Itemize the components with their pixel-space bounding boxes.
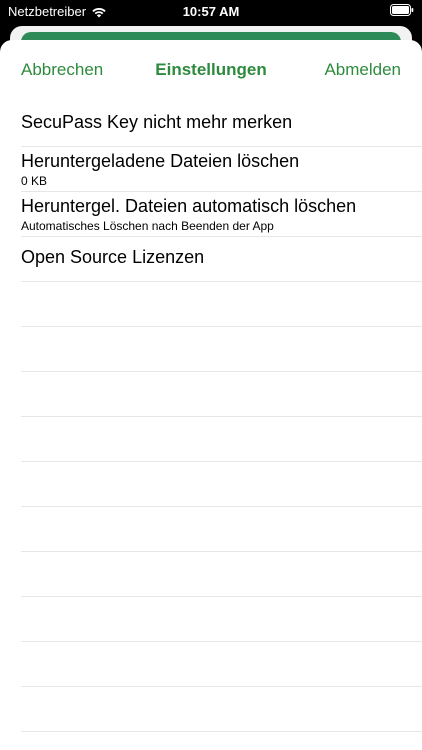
empty-row bbox=[21, 597, 422, 642]
empty-row bbox=[21, 282, 422, 327]
empty-row bbox=[21, 642, 422, 687]
setting-title: Open Source Lizenzen bbox=[21, 247, 205, 267]
screen: Netzbetreiber 10:57 AM Abbrechen Einstel… bbox=[0, 0, 422, 750]
empty-row bbox=[21, 417, 422, 462]
empty-row bbox=[21, 372, 422, 417]
clock: 10:57 AM bbox=[182, 4, 240, 19]
empty-row bbox=[21, 462, 422, 507]
setting-subtitle: 0 KB bbox=[21, 174, 48, 188]
settings-sheet: Abbrechen Einstellungen Abmelden SecuPas… bbox=[0, 40, 422, 750]
setting-delete-downloads[interactable]: Heruntergeladene Dateien löschen 0 KB bbox=[21, 147, 422, 192]
cancel-button[interactable]: Abbrechen bbox=[21, 60, 103, 80]
empty-row bbox=[21, 552, 422, 597]
logout-button[interactable]: Abmelden bbox=[324, 60, 401, 80]
empty-row bbox=[21, 687, 422, 732]
empty-row bbox=[21, 732, 422, 750]
navigation-bar: Abbrechen Einstellungen Abmelden bbox=[0, 40, 422, 102]
status-bar: Netzbetreiber 10:57 AM bbox=[0, 0, 422, 24]
setting-title: Heruntergeladene Dateien löschen bbox=[21, 151, 300, 171]
setting-subtitle: Automatisches Löschen nach Beenden der A… bbox=[21, 219, 274, 233]
setting-forget-secupass-key[interactable]: SecuPass Key nicht mehr merken bbox=[21, 102, 422, 147]
setting-auto-delete-downloads[interactable]: Heruntergel. Dateien automatisch löschen… bbox=[21, 192, 422, 237]
setting-title: Heruntergel. Dateien automatisch löschen bbox=[21, 196, 357, 216]
battery-icon bbox=[390, 4, 414, 16]
setting-open-source-licenses[interactable]: Open Source Lizenzen bbox=[21, 237, 422, 282]
empty-row bbox=[21, 507, 422, 552]
setting-title: SecuPass Key nicht mehr merken bbox=[21, 112, 293, 132]
empty-row bbox=[21, 327, 422, 372]
settings-list: SecuPass Key nicht mehr merken Herunterg… bbox=[0, 102, 422, 750]
